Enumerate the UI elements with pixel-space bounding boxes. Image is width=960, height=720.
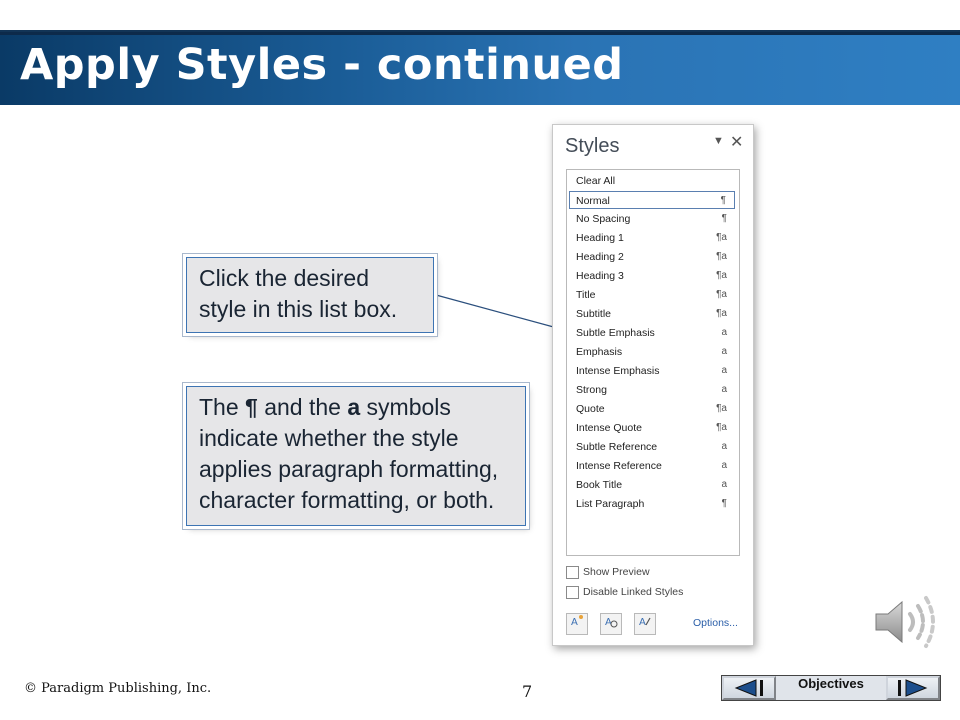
styles-pane: Styles ▼ ✕ Clear All Normal ¶ No Spacing ¶… bbox=[552, 124, 754, 646]
style-item-normal[interactable]: Normal ¶ bbox=[569, 191, 735, 209]
callout-symbols: The ¶ and the a symbols indicate whether… bbox=[186, 386, 526, 526]
disable-linked-styles-checkbox[interactable] bbox=[566, 585, 579, 599]
style-type-symbol: ¶a bbox=[716, 289, 727, 300]
character-symbol: a bbox=[347, 394, 361, 420]
style-label: Quote bbox=[576, 403, 605, 415]
style-item-list-paragraph[interactable]: List Paragraph ¶ bbox=[569, 495, 735, 513]
style-item-title[interactable]: Title ¶a bbox=[569, 286, 735, 304]
new-style-button[interactable]: A bbox=[566, 613, 588, 635]
paragraph-symbol: ¶ bbox=[245, 394, 258, 420]
style-label: No Spacing bbox=[576, 213, 631, 225]
speaker-icon[interactable] bbox=[870, 592, 940, 652]
style-item-quote[interactable]: Quote ¶a bbox=[569, 400, 735, 418]
style-type-symbol: ¶ bbox=[720, 195, 726, 206]
pane-menu-dropdown-icon[interactable]: ▼ bbox=[713, 135, 724, 147]
style-inspector-icon: A bbox=[605, 617, 618, 628]
callout-leader-line bbox=[435, 294, 573, 333]
style-type-symbol: a bbox=[721, 384, 727, 395]
callout-text: The bbox=[199, 394, 246, 420]
callout-list-box-line1: Click the desired bbox=[199, 265, 370, 291]
style-type-symbol: a bbox=[721, 365, 727, 376]
style-type-symbol: ¶a bbox=[716, 232, 727, 243]
style-label: Clear All bbox=[576, 175, 616, 187]
callout-symbols-line2: indicate whether the style bbox=[199, 425, 459, 451]
callout-symbols-line3: applies paragraph formatting, bbox=[199, 456, 499, 482]
style-type-symbol: ¶a bbox=[716, 422, 727, 433]
right-arrow-icon bbox=[898, 679, 928, 697]
objectives-button[interactable]: Objectives bbox=[776, 673, 886, 695]
slide-navigation: Objectives bbox=[721, 675, 941, 701]
style-item-intense-quote[interactable]: Intense Quote ¶a bbox=[569, 419, 735, 437]
style-item-subtle-emphasis[interactable]: Subtle Emphasis a bbox=[569, 324, 735, 342]
copyright-notice: © Paradigm Publishing, Inc. bbox=[24, 681, 212, 696]
style-inspector-button[interactable]: A bbox=[600, 613, 622, 635]
style-type-symbol: ¶ bbox=[721, 213, 727, 224]
show-preview-checkbox[interactable] bbox=[566, 565, 579, 579]
close-icon[interactable]: ✕ bbox=[730, 132, 743, 152]
style-item-book-title[interactable]: Book Title a bbox=[569, 476, 735, 494]
style-type-symbol: a bbox=[721, 327, 727, 338]
left-arrow-icon bbox=[734, 679, 763, 697]
callout-list-box-line2: style in this list box. bbox=[199, 296, 398, 322]
manage-styles-button[interactable]: A bbox=[634, 613, 656, 635]
disable-linked-styles-label: Disable Linked Styles bbox=[583, 586, 684, 598]
svg-text:A: A bbox=[571, 617, 578, 628]
style-item-intense-emphasis[interactable]: Intense Emphasis a bbox=[569, 362, 735, 380]
style-label: Strong bbox=[576, 384, 607, 396]
manage-styles-icon: A bbox=[639, 617, 651, 628]
disable-linked-styles-checkbox-row[interactable]: Disable Linked Styles bbox=[566, 585, 683, 599]
page-number: 7 bbox=[522, 682, 533, 701]
style-item-heading-1[interactable]: Heading 1 ¶a bbox=[569, 229, 735, 247]
next-slide-button[interactable] bbox=[886, 676, 940, 700]
style-type-symbol: ¶a bbox=[716, 403, 727, 414]
style-label: Book Title bbox=[576, 479, 623, 491]
new-style-icon: A bbox=[571, 615, 583, 628]
options-link[interactable]: Options... bbox=[693, 617, 738, 629]
style-type-symbol: a bbox=[721, 479, 727, 490]
style-label: Emphasis bbox=[576, 346, 623, 358]
svg-text:A: A bbox=[639, 617, 646, 628]
style-label: Title bbox=[576, 289, 596, 301]
style-label: Heading 2 bbox=[576, 251, 624, 263]
style-label: Subtle Reference bbox=[576, 441, 658, 453]
styles-pane-title: Styles bbox=[565, 135, 620, 157]
style-item-intense-reference[interactable]: Intense Reference a bbox=[569, 457, 735, 475]
callout-list-box: Click the desired style in this list box… bbox=[186, 257, 434, 333]
callout-text: symbols bbox=[360, 394, 451, 420]
style-item-clear-all[interactable]: Clear All bbox=[569, 172, 735, 190]
style-label: List Paragraph bbox=[576, 498, 645, 510]
style-type-symbol: ¶a bbox=[716, 270, 727, 281]
style-item-heading-2[interactable]: Heading 2 ¶a bbox=[569, 248, 735, 266]
callout-symbols-line4: character formatting, or both. bbox=[199, 487, 495, 513]
styles-list-box[interactable]: Clear All Normal ¶ No Spacing ¶ Heading 1 ¶… bbox=[566, 169, 740, 556]
style-label: Intense Reference bbox=[576, 460, 662, 472]
style-type-symbol: ¶a bbox=[716, 251, 727, 262]
style-type-symbol: a bbox=[721, 460, 727, 471]
slide-title: Apply Styles - continued bbox=[20, 40, 624, 90]
style-label: Intense Emphasis bbox=[576, 365, 660, 377]
style-label: Intense Quote bbox=[576, 422, 642, 434]
style-type-symbol: ¶a bbox=[716, 308, 727, 319]
style-item-subtitle[interactable]: Subtitle ¶a bbox=[569, 305, 735, 323]
style-label: Subtle Emphasis bbox=[576, 327, 655, 339]
style-type-symbol: a bbox=[721, 346, 727, 357]
style-item-no-spacing[interactable]: No Spacing ¶ bbox=[569, 210, 735, 228]
show-preview-checkbox-row[interactable]: Show Preview bbox=[566, 565, 650, 579]
style-item-heading-3[interactable]: Heading 3 ¶a bbox=[569, 267, 735, 285]
style-item-subtle-reference[interactable]: Subtle Reference a bbox=[569, 438, 735, 456]
style-type-symbol: a bbox=[721, 441, 727, 452]
callout-text: and the bbox=[257, 394, 348, 420]
style-label: Heading 3 bbox=[576, 270, 624, 282]
style-label: Subtitle bbox=[576, 308, 612, 320]
callout-symbols-line1: The ¶ and the a symbols bbox=[199, 392, 513, 423]
show-preview-label: Show Preview bbox=[583, 566, 650, 578]
style-item-strong[interactable]: Strong a bbox=[569, 381, 735, 399]
style-type-symbol: ¶ bbox=[721, 498, 727, 509]
style-label: Normal bbox=[576, 195, 610, 207]
previous-slide-button[interactable] bbox=[722, 676, 776, 700]
style-item-emphasis[interactable]: Emphasis a bbox=[569, 343, 735, 361]
style-label: Heading 1 bbox=[576, 232, 624, 244]
